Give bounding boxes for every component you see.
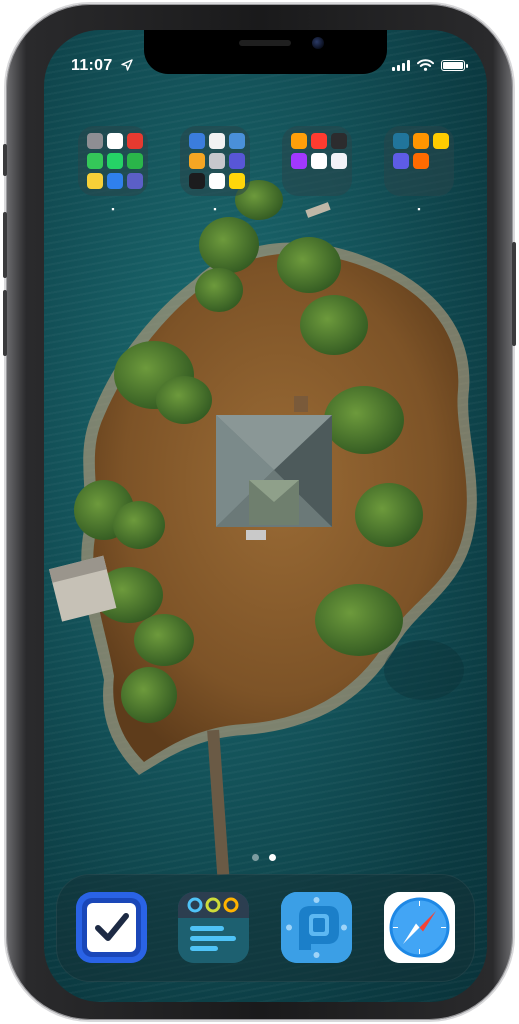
whatsapp-icon [107,153,123,169]
notes-white-icon [209,133,225,149]
app-folder[interactable] [282,126,352,196]
page-dot[interactable] [252,854,259,861]
settings-gear-icon [87,133,103,149]
front-camera [312,37,324,49]
picsart-p-icon [291,153,307,169]
status-indicators [392,59,468,71]
earpiece-speaker [239,40,291,46]
layers-icon [229,153,245,169]
search-q-app-icon [127,133,143,149]
battery-icon [441,59,468,71]
folder-label: ▪ [417,204,421,214]
wechat-icon [127,153,143,169]
battery-level [443,61,463,69]
camera-icon [209,153,225,169]
overcast-icon [393,153,409,169]
page-dot[interactable] [269,854,276,861]
phone-icon [87,153,103,169]
safari-compass-icon[interactable] [384,892,455,963]
notch [144,30,387,74]
wordpress-icon [393,133,409,149]
phone-frame: 11:07 ▪ ▪ ▪ [3,4,516,1020]
teams-icon [127,173,143,189]
feather-icon [311,153,327,169]
drafts-dots-icon[interactable] [178,892,249,963]
volume-up-button [3,212,7,278]
photos-icon [291,133,307,149]
table-app-icon [229,133,245,149]
ia-writer-icon [189,173,205,189]
home-screen: 11:07 ▪ ▪ ▪ [44,30,487,1002]
notion-icon [209,173,225,189]
page-indicator[interactable] [252,854,276,861]
sticky-note-icon [229,173,245,189]
silent-switch [3,144,7,176]
power-button [512,242,516,346]
volume-down-button [3,290,7,356]
things-checkbox-icon[interactable] [76,892,147,963]
grid-app-icon [189,133,205,149]
bell-icon [433,133,449,149]
orange-o-icon [413,153,429,169]
tweetbot-bird-icon[interactable] [281,892,352,963]
folder-label: ▪ [213,204,217,214]
calendar-icon [107,133,123,149]
clock-ring-icon [87,173,103,189]
folder-label: ▪ [111,204,115,214]
location-arrow-icon [121,59,133,71]
red-app-icon [311,133,327,149]
app-folder[interactable] [180,126,250,196]
dock [56,874,475,982]
wifi-icon [417,59,434,71]
app-folder[interactable] [384,126,454,196]
mail-icon [107,173,123,189]
status-time: 11:07 [71,57,113,74]
halide-icon [331,133,347,149]
pencil-sketch-icon [331,153,347,169]
app-folder[interactable] [78,126,148,196]
multicolor-grid-icon [189,153,205,169]
stack-icon [413,133,429,149]
cellular-signal-icon [392,59,410,71]
